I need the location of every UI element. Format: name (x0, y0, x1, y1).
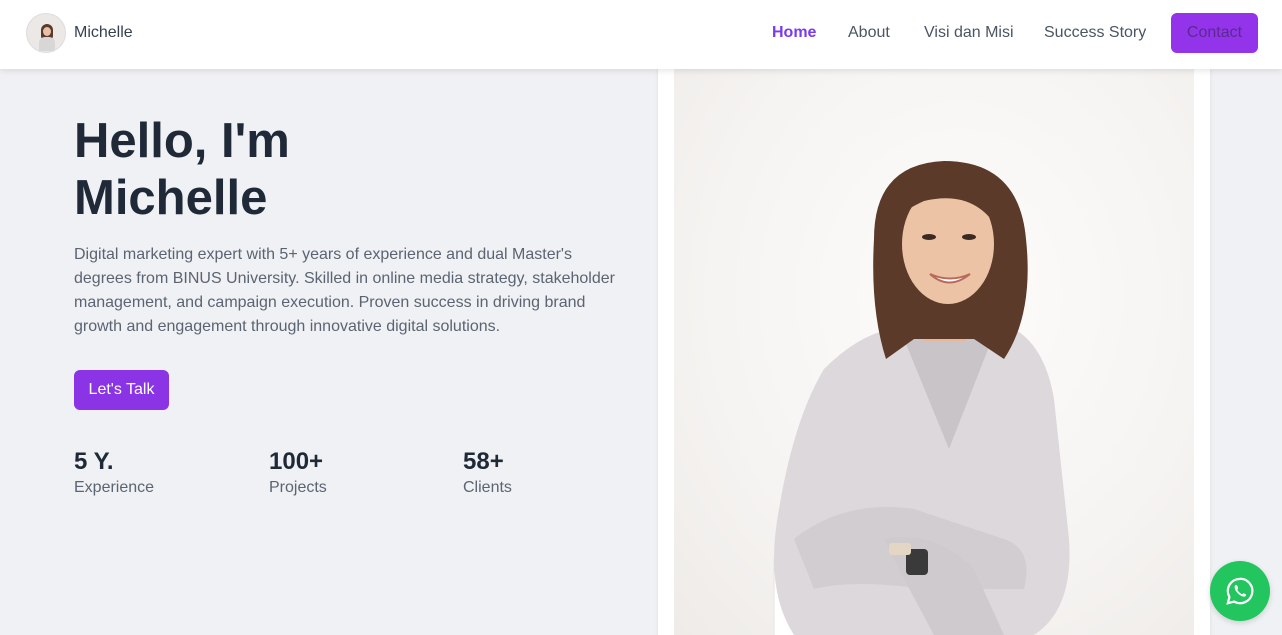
stat-value: 58+ (463, 448, 504, 475)
stat-label: Clients (463, 479, 512, 496)
hero-title: Hello, I'm Michelle (74, 113, 574, 227)
whatsapp-button[interactable] (1210, 561, 1270, 621)
nav-about[interactable]: About (848, 24, 890, 42)
contact-button[interactable]: Contact (1171, 13, 1258, 53)
profile-photo (674, 69, 1194, 635)
brand[interactable]: Michelle (26, 13, 133, 53)
avatar (26, 13, 66, 53)
stat-clients: 58+ Clients (463, 447, 512, 497)
stat-projects: 100+ Projects (269, 447, 327, 497)
hero-title-line-1: Hello, I'm (74, 114, 290, 168)
portrait-illustration (773, 161, 1070, 635)
stat-value: 5 Y. (74, 448, 114, 475)
stat-experience: 5 Y. Experience (74, 447, 154, 497)
stat-label: Experience (74, 479, 155, 496)
nav-home[interactable]: Home (772, 24, 816, 42)
nav-success-story[interactable]: Success Story (1044, 24, 1146, 42)
hero-title-line-2: Michelle (74, 171, 268, 225)
stat-label: Projects (269, 479, 327, 496)
hero-description: Digital marketing expert with 5+ years o… (74, 246, 615, 335)
nav-visi-misi[interactable]: Visi dan Misi (924, 24, 1014, 42)
brand-name[interactable]: Michelle (74, 24, 133, 42)
whatsapp-icon (1226, 577, 1254, 605)
stat-value: 100+ (269, 448, 324, 475)
lets-talk-button[interactable]: Let's Talk (74, 370, 169, 410)
navbar: Michelle Home About Visi dan Misi Succes… (0, 0, 1282, 69)
